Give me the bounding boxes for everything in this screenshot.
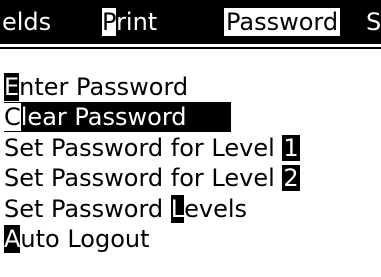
menu-item-auto-logout[interactable]: Auto Logout (4, 224, 150, 254)
menu-print-label: rint (116, 8, 158, 36)
menu-item-enter-password[interactable]: Enter Password (4, 72, 188, 102)
menu-item-label: nter Password (19, 73, 189, 101)
menu-item-set-password-levels[interactable]: Set Password Levels (4, 194, 247, 224)
menu-item-label-end: evels (184, 195, 248, 223)
hotkey-letter: L (170, 195, 185, 223)
menu-fields[interactable]: elds (2, 0, 51, 44)
hotkey-letter: E (4, 73, 20, 101)
menu-item-set-password-level-2[interactable]: Set Password for Level 2 (4, 163, 300, 193)
level-number: 1 (282, 134, 300, 162)
menu-print-hotkey: P (102, 8, 117, 36)
menu-item-label: Set Password (4, 195, 171, 223)
menu-item-label: Set Password for Level (4, 164, 283, 192)
divider-line (0, 47, 381, 49)
printer-screen: elds Print Password S Enter Password Cle… (0, 0, 381, 277)
hotkey-letter: A (4, 225, 21, 253)
menu-password[interactable]: Password (224, 8, 341, 36)
hotkey-letter: C (4, 103, 21, 131)
menu-item-label: Set Password for Level (4, 134, 283, 162)
menu-item-label: uto Logout (20, 225, 150, 253)
level-number: 2 (282, 164, 300, 192)
menu-item-clear-password[interactable]: Clear Password (4, 102, 231, 132)
menu-print[interactable]: Print (102, 0, 157, 44)
menu-next[interactable]: S (366, 0, 381, 44)
menu-item-set-password-level-1[interactable]: Set Password for Level 1 (4, 133, 300, 163)
menu-item-label: lear Password (20, 103, 187, 131)
menu-bar: elds Print Password S (0, 0, 381, 44)
